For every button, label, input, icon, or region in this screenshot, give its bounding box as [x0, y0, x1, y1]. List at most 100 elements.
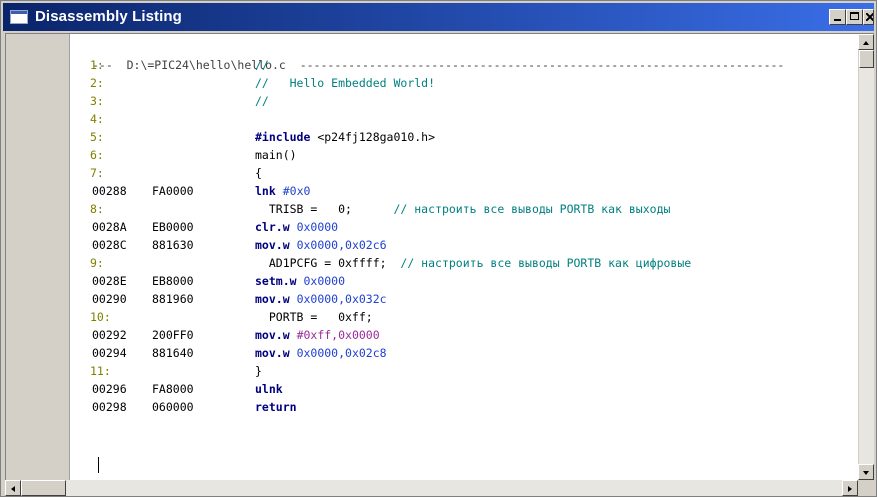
asm-mnemonic: mov.w — [255, 238, 290, 252]
asm-address: 0028E — [92, 274, 127, 288]
asm-operands: #0xff,0x0000 — [296, 328, 380, 342]
asm-mnemonic: mov.w — [255, 328, 290, 342]
asm-operands: 0x0000 — [303, 274, 346, 288]
maximize-button[interactable] — [846, 9, 863, 25]
source-code: // Hello Embedded World! — [255, 76, 436, 90]
title-bar[interactable]: Disassembly Listing — [3, 3, 874, 31]
source-line-number: 1: — [90, 58, 104, 72]
source-line[interactable]: 7: { — [70, 164, 858, 182]
listing-client-area[interactable]: --- D:\=PIC24\hello\hello.c ------------… — [5, 33, 874, 480]
asm-address: 00292 — [92, 328, 127, 342]
disassembly-code-view[interactable]: --- D:\=PIC24\hello\hello.c ------------… — [70, 34, 858, 480]
listing-window-icon — [10, 10, 28, 24]
source-text: { — [255, 164, 262, 182]
source-line-number: 10: — [90, 310, 111, 324]
scroll-down-button[interactable] — [858, 464, 874, 480]
asm-opcode: 881960 — [152, 292, 194, 306]
asm-address: 00298 — [92, 400, 127, 414]
scroll-left-button[interactable] — [5, 480, 21, 496]
source-line-number: 6: — [90, 148, 104, 162]
asm-line[interactable]: 0028A EB0000 clr.w 0x0000 — [70, 218, 858, 236]
source-line[interactable]: 6: main() — [70, 146, 858, 164]
asm-opcode: 060000 — [152, 400, 194, 414]
asm-line[interactable]: 0028C 881630 mov.w 0x0000,0x02c6 — [70, 236, 858, 254]
source-line-number: 4: — [90, 112, 104, 126]
scroll-down-arrow-icon — [863, 471, 869, 475]
source-line-number: 7: — [90, 166, 104, 180]
source-code: // — [255, 94, 269, 108]
asm-instruction: mov.w 0x0000,0x02c8 — [255, 344, 387, 362]
asm-line[interactable]: 00290 881960 mov.w 0x0000,0x032c — [70, 290, 858, 308]
asm-instruction: lnk #0x0 — [255, 182, 310, 200]
source-text: #include <p24fj128ga010.h> — [255, 128, 435, 146]
source-line[interactable]: 9: AD1PCFG = 0xffff; // настроить все вы… — [70, 254, 858, 272]
asm-instruction: mov.w 0x0000,0x02c6 — [255, 236, 387, 254]
asm-opcode: 881630 — [152, 238, 194, 252]
source-code: { — [255, 166, 262, 180]
asm-instruction: setm.w 0x0000 — [255, 272, 345, 290]
asm-operands: 0x0000,0x032c — [296, 292, 387, 306]
asm-mnemonic: return — [255, 400, 297, 414]
source-line-number: 2: — [90, 76, 104, 90]
asm-mnemonic: mov.w — [255, 292, 290, 306]
breakpoint-gutter[interactable] — [6, 34, 70, 480]
asm-opcode: FA8000 — [152, 382, 194, 396]
source-comment: // настроить все выводы PORTB как цифров… — [386, 256, 692, 270]
scroll-right-button[interactable] — [842, 480, 858, 496]
source-code: // — [255, 58, 269, 72]
asm-instruction: mov.w #0xff,0x0000 — [255, 326, 380, 344]
source-text: } — [255, 362, 262, 380]
asm-line[interactable]: 00296 FA8000 ulnk — [70, 380, 858, 398]
asm-opcode: 881640 — [152, 346, 194, 360]
asm-line[interactable]: 00294 881640 mov.w 0x0000,0x02c8 — [70, 344, 858, 362]
asm-mnemonic: mov.w — [255, 346, 290, 360]
source-text: // Hello Embedded World! — [255, 74, 435, 92]
vertical-scroll-thumb[interactable] — [859, 50, 874, 68]
scroll-up-button[interactable] — [858, 34, 874, 50]
asm-line[interactable]: 0028E EB8000 setm.w 0x0000 — [70, 272, 858, 290]
scroll-left-arrow-icon — [11, 486, 15, 492]
source-text: // — [255, 56, 269, 74]
source-text: AD1PCFG = 0xffff; // настроить все вывод… — [255, 254, 691, 272]
source-line[interactable]: 5: #include <p24fj128ga010.h> — [70, 128, 858, 146]
asm-mnemonic: setm.w — [255, 274, 297, 288]
asm-instruction: return — [255, 398, 297, 416]
source-line[interactable]: 11:} — [70, 362, 858, 380]
asm-address: 00288 — [92, 184, 127, 198]
asm-line[interactable]: 00292 200FF0 mov.w #0xff,0x0000 — [70, 326, 858, 344]
asm-line[interactable]: 00288 FA0000 lnk #0x0 — [70, 182, 858, 200]
horizontal-scrollbar[interactable] — [5, 480, 874, 496]
minimize-button[interactable] — [829, 9, 846, 25]
source-text: PORTB = 0xff; — [255, 308, 373, 326]
source-line-number: 3: — [90, 94, 104, 108]
include-file: <p24fj128ga010.h> — [310, 130, 436, 144]
source-line[interactable]: 10: PORTB = 0xff; — [70, 308, 858, 326]
source-line[interactable]: 8: TRISB = 0; // настроить все выводы PO… — [70, 200, 858, 218]
source-text: main() — [255, 146, 297, 164]
asm-operands: 0x0000,0x02c8 — [296, 346, 387, 360]
text-caret — [98, 457, 99, 473]
asm-opcode: EB0000 — [152, 220, 194, 234]
asm-address: 00296 — [92, 382, 127, 396]
asm-line[interactable]: 00298 060000 return — [70, 398, 858, 416]
close-icon — [866, 13, 873, 21]
asm-address: 00294 — [92, 346, 127, 360]
source-line[interactable]: 4: — [70, 110, 858, 128]
close-button[interactable] — [863, 9, 874, 25]
asm-mnemonic: lnk — [255, 184, 276, 198]
source-code: } — [255, 364, 262, 378]
asm-instruction: clr.w 0x0000 — [255, 218, 338, 236]
asm-instruction: mov.w 0x0000,0x032c — [255, 290, 387, 308]
scroll-right-arrow-icon — [848, 486, 852, 492]
source-line[interactable]: 1: // — [70, 56, 858, 74]
asm-operands: #0x0 — [282, 184, 311, 198]
asm-opcode: FA0000 — [152, 184, 194, 198]
asm-address: 0028C — [92, 238, 127, 252]
preprocessor-directive: #include — [255, 130, 311, 144]
file-header-line: --- D:\=PIC24\hello\hello.c ------------… — [70, 38, 784, 72]
source-line-number: 9: — [90, 256, 104, 270]
source-line[interactable]: 2: // Hello Embedded World! — [70, 74, 858, 92]
source-line[interactable]: 3: // — [70, 92, 858, 110]
vertical-scrollbar[interactable] — [858, 34, 874, 480]
horizontal-scroll-thumb[interactable] — [21, 480, 66, 496]
